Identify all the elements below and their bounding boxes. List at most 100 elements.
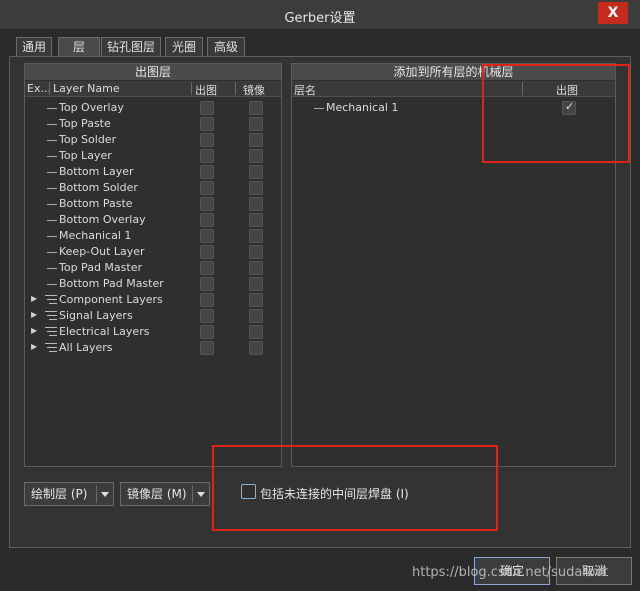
plot-layers-column-header: Ex... Layer Name 出图 镜像: [25, 81, 281, 97]
layer-name: Bottom Overlay: [59, 213, 146, 226]
chevron-down-icon: [101, 492, 109, 497]
expand-arrow-icon[interactable]: ▶: [31, 342, 37, 351]
tree-line-icon: [47, 252, 57, 253]
layer-row[interactable]: Mechanical 1: [25, 228, 281, 244]
plot-checkbox[interactable]: [200, 325, 214, 339]
layer-stack-icon: [45, 343, 57, 353]
mirror-checkbox[interactable]: [249, 197, 263, 211]
tree-line-icon: [314, 108, 324, 109]
layer-row[interactable]: Top Layer: [25, 148, 281, 164]
layer-row[interactable]: Top Paste: [25, 116, 281, 132]
tab-apertures[interactable]: 光圈: [165, 37, 203, 57]
mirror-layers-dropdown-button[interactable]: 镜像层 (M): [120, 482, 210, 506]
chevron-down-icon: [197, 492, 205, 497]
mirror-checkbox[interactable]: [249, 245, 263, 259]
layer-row[interactable]: ▶ Signal Layers: [25, 308, 281, 324]
tree-line-icon: [47, 284, 57, 285]
layer-row[interactable]: Bottom Paste: [25, 196, 281, 212]
plot-checkbox[interactable]: [200, 293, 214, 307]
layer-row[interactable]: ▶ All Layers: [25, 340, 281, 356]
layer-row[interactable]: Bottom Pad Master: [25, 276, 281, 292]
layer-name: Top Layer: [59, 149, 112, 162]
plot-checkbox[interactable]: [200, 117, 214, 131]
layer-name: All Layers: [59, 341, 113, 354]
mirror-checkbox[interactable]: [249, 309, 263, 323]
layer-row[interactable]: Top Overlay: [25, 100, 281, 116]
layer-name: Bottom Layer: [59, 165, 134, 178]
layer-name: Top Solder: [59, 133, 117, 146]
plot-checkbox[interactable]: [200, 133, 214, 147]
plot-checkbox[interactable]: [200, 261, 214, 275]
tree-line-icon: [47, 172, 57, 173]
plot-checkbox[interactable]: [200, 149, 214, 163]
expand-arrow-icon[interactable]: ▶: [31, 294, 37, 303]
tab-layers[interactable]: 层: [58, 37, 100, 58]
tree-line-icon: [47, 236, 57, 237]
mirror-checkbox[interactable]: [249, 293, 263, 307]
mirror-checkbox[interactable]: [249, 261, 263, 275]
mirror-checkbox[interactable]: [249, 149, 263, 163]
column-layer-name[interactable]: Layer Name: [53, 82, 120, 95]
plot-checkbox[interactable]: [200, 197, 214, 211]
layer-row[interactable]: Top Pad Master: [25, 260, 281, 276]
layer-row[interactable]: Bottom Solder: [25, 180, 281, 196]
layer-name: Bottom Pad Master: [59, 277, 164, 290]
layer-name: Bottom Solder: [59, 181, 138, 194]
mirror-checkbox[interactable]: [249, 117, 263, 131]
layer-name: Signal Layers: [59, 309, 133, 322]
mirror-checkbox[interactable]: [249, 101, 263, 115]
layer-name: Top Paste: [59, 117, 111, 130]
tab-general[interactable]: 通用: [16, 37, 52, 57]
close-button[interactable]: X: [598, 2, 628, 24]
layer-name: Keep-Out Layer: [59, 245, 145, 258]
plot-checkbox[interactable]: [200, 229, 214, 243]
plot-checkbox[interactable]: [200, 277, 214, 291]
layer-name: Bottom Paste: [59, 197, 133, 210]
layer-stack-icon: [45, 295, 57, 305]
plot-layers-button-label: 绘制层 (P): [31, 487, 88, 501]
plot-layers-group: 出图层 Ex... Layer Name 出图 镜像 Top Overlay To…: [24, 63, 282, 467]
mirror-checkbox[interactable]: [249, 229, 263, 243]
layer-row[interactable]: ▶ Component Layers: [25, 292, 281, 308]
layer-row[interactable]: Top Solder: [25, 132, 281, 148]
expand-arrow-icon[interactable]: ▶: [31, 326, 37, 335]
column-layer-name[interactable]: 层名: [294, 82, 316, 98]
layer-name: Mechanical 1: [59, 229, 132, 242]
plot-checkbox[interactable]: [200, 309, 214, 323]
mechanical-row-label: Mechanical 1: [326, 101, 399, 114]
plot-layers-dropdown-button[interactable]: 绘制层 (P): [24, 482, 114, 506]
tree-line-icon: [47, 108, 57, 109]
plot-checkbox[interactable]: [200, 213, 214, 227]
mirror-checkbox[interactable]: [249, 325, 263, 339]
column-mirror[interactable]: 镜像: [243, 82, 265, 98]
layer-row[interactable]: Bottom Layer: [25, 164, 281, 180]
highlight-box: [482, 64, 630, 163]
expand-arrow-icon[interactable]: ▶: [31, 310, 37, 319]
mirror-checkbox[interactable]: [249, 213, 263, 227]
window-title: Gerber设置: [284, 11, 356, 26]
tree-line-icon: [47, 140, 57, 141]
watermark: https://blog.csdn.net/sudaroot: [412, 565, 609, 580]
mirror-checkbox[interactable]: [249, 277, 263, 291]
tree-line-icon: [47, 268, 57, 269]
plot-checkbox[interactable]: [200, 101, 214, 115]
plot-layers-header: 出图层: [25, 64, 281, 80]
tab-advanced[interactable]: 高级: [207, 37, 245, 57]
layer-name: Component Layers: [59, 293, 163, 306]
layer-row[interactable]: ▶ Electrical Layers: [25, 324, 281, 340]
plot-checkbox[interactable]: [200, 181, 214, 195]
mirror-checkbox[interactable]: [249, 133, 263, 147]
tab-drill-drawing[interactable]: 钻孔图层: [101, 37, 161, 57]
mirror-checkbox[interactable]: [249, 181, 263, 195]
highlight-box: [212, 445, 498, 531]
column-plot[interactable]: 出图: [195, 82, 217, 98]
layer-row[interactable]: Bottom Overlay: [25, 212, 281, 228]
mirror-checkbox[interactable]: [249, 341, 263, 355]
column-expand[interactable]: Ex...: [27, 82, 51, 95]
plot-checkbox[interactable]: [200, 341, 214, 355]
plot-checkbox[interactable]: [200, 245, 214, 259]
layer-stack-icon: [45, 311, 57, 321]
mirror-checkbox[interactable]: [249, 165, 263, 179]
layer-row[interactable]: Keep-Out Layer: [25, 244, 281, 260]
plot-checkbox[interactable]: [200, 165, 214, 179]
